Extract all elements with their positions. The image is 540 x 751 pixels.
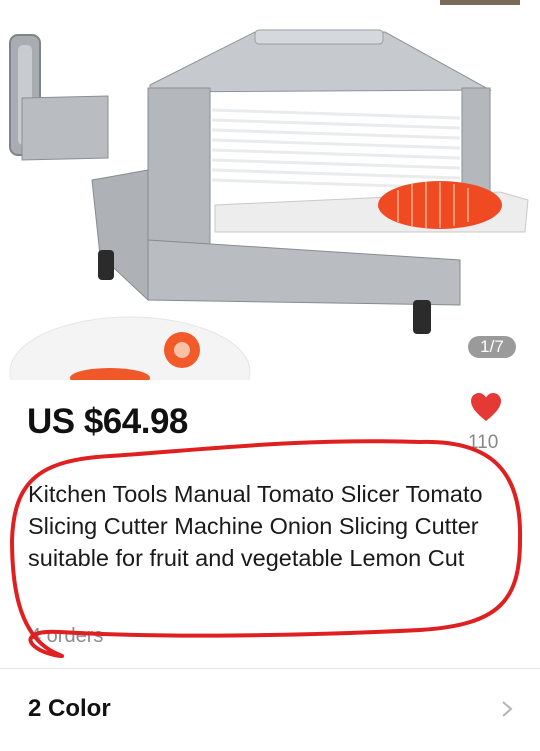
product-price: US $64.98 xyxy=(27,402,188,441)
color-variant-selector[interactable]: 2 Color xyxy=(0,669,540,751)
heart-icon[interactable] xyxy=(470,392,502,422)
product-image-gallery[interactable]: 1/7 xyxy=(0,0,540,380)
orders-count: 4 orders xyxy=(30,625,104,647)
product-image xyxy=(9,0,529,380)
wishlist-count: 110 xyxy=(468,432,499,453)
image-page-indicator: 1/7 xyxy=(468,336,516,358)
chevron-right-icon xyxy=(502,701,513,717)
color-variant-label: 2 Color xyxy=(28,695,111,722)
product-title: Kitchen Tools Manual Tomato Slicer Tomat… xyxy=(28,481,483,571)
